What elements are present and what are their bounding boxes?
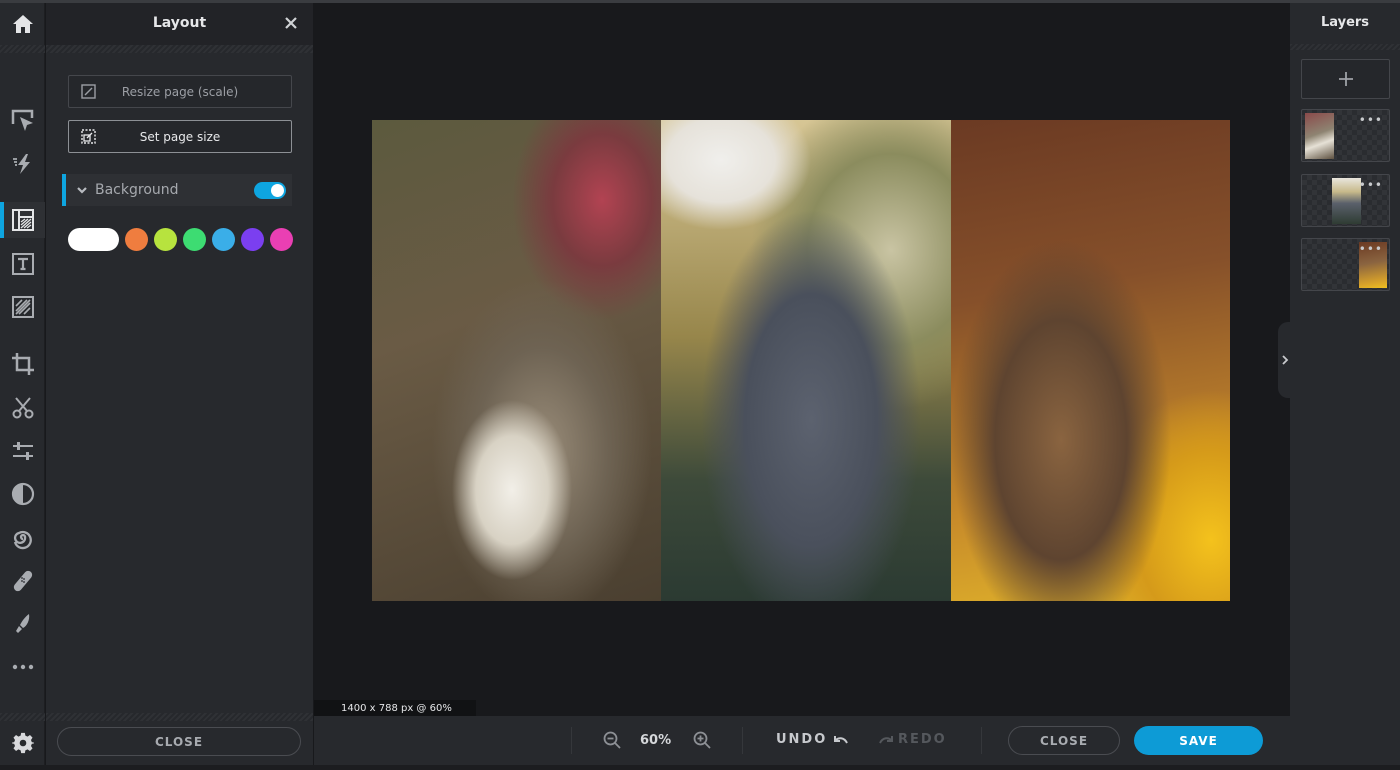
crop-icon	[11, 353, 34, 375]
panel-title: Layout	[152, 15, 207, 31]
zoom-in-button[interactable]	[693, 731, 711, 749]
photo-calico-cat[interactable]	[372, 120, 661, 601]
divider	[1290, 44, 1400, 50]
artboard[interactable]	[372, 120, 1230, 601]
canvas-workspace[interactable]: 1400 x 788 px @ 60%	[314, 3, 1290, 716]
layer-item-tabby-cat[interactable]: •••	[1301, 238, 1390, 291]
home-button[interactable]	[0, 3, 45, 45]
swatch-purple[interactable]	[241, 227, 264, 251]
layers-title: Layers	[1320, 15, 1370, 30]
brush-icon	[15, 614, 29, 633]
photo-grey-cat[interactable]	[661, 120, 951, 601]
panel-header: Layout	[46, 3, 313, 45]
tool-effects[interactable]	[0, 146, 45, 182]
set-page-size-label: Set page size	[139, 129, 221, 144]
divider	[0, 713, 45, 721]
divider	[46, 45, 313, 53]
divider	[0, 45, 45, 53]
chevron-right-icon	[1282, 355, 1289, 365]
lightning-icon	[12, 154, 30, 174]
plus-icon	[1338, 72, 1353, 86]
background-section-header[interactable]: Background	[62, 174, 292, 206]
add-layer-button[interactable]	[1301, 59, 1390, 99]
tool-heal[interactable]	[0, 563, 45, 599]
resize-icon	[81, 84, 96, 99]
zoom-out-icon	[603, 731, 621, 749]
text-icon	[11, 253, 34, 275]
swatch-blue[interactable]	[212, 227, 235, 251]
background-label: Background	[95, 182, 179, 198]
bandage-icon	[13, 570, 32, 592]
tool-more[interactable]	[0, 649, 45, 685]
texture-icon	[11, 296, 34, 318]
tool-brush[interactable]	[0, 606, 45, 642]
layer-menu-button[interactable]: •••	[1359, 114, 1383, 126]
swatch-lime[interactable]	[154, 227, 177, 251]
undo-label: UNDO	[776, 732, 828, 747]
tool-select[interactable]	[0, 103, 45, 139]
layer-item-grey-cat[interactable]: •••	[1301, 174, 1390, 227]
sliders-icon	[12, 442, 33, 460]
layer-thumbnail	[1332, 178, 1361, 224]
swatch-pink[interactable]	[270, 227, 293, 251]
divider	[571, 727, 572, 754]
close-editor-button[interactable]: CLOSE	[1008, 726, 1120, 755]
chevron-down-icon	[77, 187, 87, 194]
zoom-in-icon	[693, 731, 711, 749]
close-panel-bottom-button[interactable]: CLOSE	[57, 727, 301, 756]
layout-icon	[11, 209, 34, 231]
divider	[742, 727, 743, 754]
set-page-size-button[interactable]: Set page size	[68, 120, 292, 153]
undo-icon	[834, 735, 849, 744]
swatch-green[interactable]	[183, 227, 206, 251]
divider	[46, 713, 313, 721]
more-icon	[12, 664, 33, 670]
undo-button[interactable]: UNDO	[776, 732, 849, 747]
swirl-icon	[13, 530, 32, 550]
redo-icon	[879, 735, 893, 744]
set-size-icon	[81, 129, 96, 144]
resize-page-button[interactable]: Resize page (scale)	[68, 75, 292, 108]
photo-tabby-cat[interactable]	[951, 120, 1230, 601]
layer-item-calico-cat[interactable]: •••	[1301, 109, 1390, 162]
tool-distort[interactable]	[0, 520, 45, 556]
redo-label: REDO	[898, 732, 947, 747]
gear-icon	[11, 732, 34, 754]
layer-thumbnail	[1305, 113, 1334, 159]
swatch-white[interactable]	[68, 227, 119, 251]
tool-adjust[interactable]	[0, 433, 45, 469]
swatch-orange[interactable]	[125, 227, 148, 251]
scissors-icon	[12, 397, 33, 419]
background-toggle[interactable]	[254, 182, 286, 199]
layer-menu-button[interactable]: •••	[1359, 243, 1383, 255]
resize-page-label: Resize page (scale)	[121, 84, 239, 99]
tool-cutout[interactable]	[0, 390, 45, 426]
tool-text[interactable]	[0, 246, 45, 282]
divider	[981, 727, 982, 754]
layers-panel: Layers ••• ••• •••	[1290, 3, 1400, 765]
close-icon	[285, 17, 297, 29]
bottom-toolbar: 60% UNDO REDO CLOSE SAVE	[314, 716, 1290, 765]
cursor-select-icon	[11, 109, 33, 131]
settings-button[interactable]	[0, 725, 45, 761]
redo-button[interactable]: REDO	[878, 732, 947, 747]
home-icon	[12, 15, 33, 33]
toggle-knob	[271, 184, 284, 197]
layout-panel: Layout Resize page (scale) Set page size…	[46, 3, 313, 765]
tool-contrast[interactable]	[0, 476, 45, 512]
canvas-size-readout: 1400 x 788 px @ 60%	[314, 700, 476, 716]
layer-menu-button[interactable]: •••	[1359, 179, 1383, 191]
tool-crop[interactable]	[0, 346, 45, 382]
tool-rail	[0, 3, 45, 765]
tool-layout[interactable]	[0, 202, 45, 238]
save-button[interactable]: SAVE	[1134, 726, 1263, 755]
zoom-out-button[interactable]	[603, 731, 621, 749]
close-panel-button[interactable]	[282, 14, 300, 32]
tool-texture[interactable]	[0, 289, 45, 325]
zoom-level: 60%	[640, 733, 672, 748]
background-color-swatches	[68, 227, 293, 251]
contrast-icon	[11, 482, 34, 506]
window-bottom-edge	[0, 765, 1400, 770]
